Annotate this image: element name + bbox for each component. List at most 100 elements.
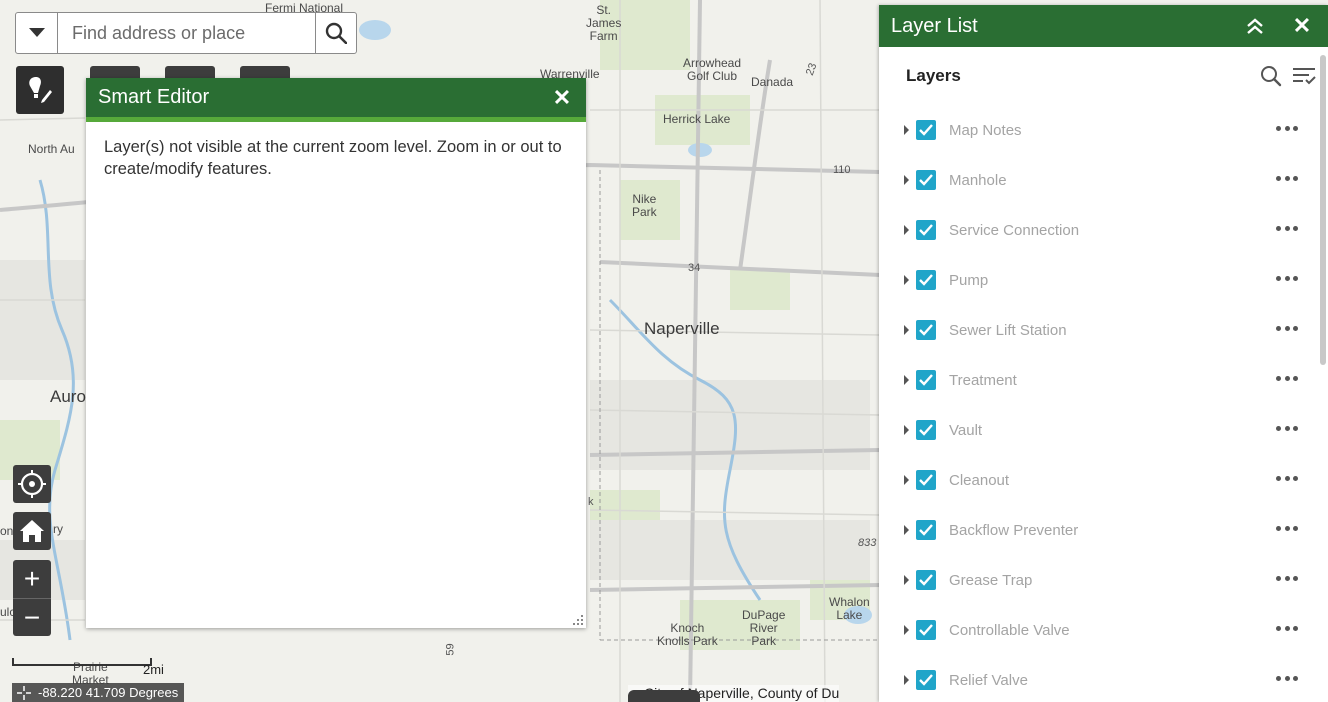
layer-label: Backflow Preventer: [949, 521, 1079, 539]
map-label: on: [0, 524, 14, 538]
checkmark-icon: [919, 224, 933, 236]
layer-row[interactable]: Treatment: [879, 355, 1319, 405]
layer-visibility-checkbox[interactable]: [916, 420, 936, 440]
layer-visibility-checkbox[interactable]: [916, 120, 936, 140]
layer-row[interactable]: Vault: [879, 405, 1319, 455]
scrollbar[interactable]: [1320, 55, 1326, 365]
widget-button-stub[interactable]: [240, 66, 290, 78]
close-icon[interactable]: ✕: [552, 85, 572, 111]
search-button[interactable]: [315, 13, 356, 53]
layer-list-header: Layer List ✕: [879, 5, 1328, 47]
coordinate-text: -88.220 41.709 Degrees: [38, 685, 179, 700]
more-options-icon[interactable]: [1276, 676, 1298, 682]
checkmark-icon: [919, 324, 933, 336]
expand-arrow-icon[interactable]: [904, 175, 909, 185]
checkmark-icon: [919, 574, 933, 586]
smart-editor-header: Smart Editor ✕: [86, 78, 586, 122]
panel-title: Smart Editor: [98, 86, 210, 108]
home-button[interactable]: [13, 512, 51, 550]
layer-visibility-checkbox[interactable]: [916, 170, 936, 190]
locate-icon: [18, 470, 46, 498]
layer-label: Cleanout: [949, 471, 1010, 489]
more-options-icon[interactable]: [1276, 276, 1298, 282]
checkmark-icon: [919, 474, 933, 486]
locate-button[interactable]: [13, 465, 51, 503]
expand-arrow-icon[interactable]: [904, 275, 909, 285]
layer-row[interactable]: Backflow Preventer: [879, 505, 1319, 555]
expand-arrow-icon[interactable]: [904, 375, 909, 385]
layer-row[interactable]: Map Notes: [879, 105, 1319, 155]
layer-visibility-checkbox[interactable]: [916, 270, 936, 290]
zoom-control: + −: [13, 560, 51, 636]
checkmark-icon: [919, 674, 933, 686]
map-label: ry: [53, 522, 63, 536]
more-options-icon[interactable]: [1276, 526, 1298, 532]
more-options-icon[interactable]: [1276, 176, 1298, 182]
more-options-icon[interactable]: [1276, 476, 1298, 482]
expand-arrow-icon[interactable]: [904, 675, 909, 685]
smart-editor-button[interactable]: [16, 66, 64, 114]
expand-arrow-icon[interactable]: [904, 425, 909, 435]
layer-row[interactable]: Controllable Valve: [879, 605, 1319, 655]
layer-row[interactable]: Cleanout: [879, 455, 1319, 505]
panel-title: Layer List: [891, 14, 978, 37]
close-icon[interactable]: ✕: [1292, 13, 1312, 39]
more-options-icon[interactable]: [1276, 626, 1298, 632]
zoom-out-button[interactable]: −: [13, 598, 51, 636]
attribution-toggle[interactable]: [628, 690, 700, 702]
expand-arrow-icon[interactable]: [904, 475, 909, 485]
search-icon[interactable]: [1260, 65, 1282, 87]
smart-editor-icon: [29, 77, 52, 103]
more-options-icon[interactable]: [1276, 576, 1298, 582]
road-shield: 59: [444, 643, 457, 656]
layers-toolbar: Layers: [879, 47, 1328, 105]
layer-row[interactable]: Sewer Lift Station: [879, 305, 1319, 355]
layer-visibility-checkbox[interactable]: [916, 520, 936, 540]
layer-label: Treatment: [949, 371, 1017, 389]
widget-button-stub[interactable]: [165, 66, 215, 78]
expand-arrow-icon[interactable]: [904, 125, 909, 135]
expand-arrow-icon[interactable]: [904, 625, 909, 635]
map-label: Auro: [50, 387, 86, 406]
layer-visibility-checkbox[interactable]: [916, 470, 936, 490]
checkmark-icon: [919, 624, 933, 636]
search-source-dropdown[interactable]: [16, 13, 58, 53]
expand-arrow-icon[interactable]: [904, 525, 909, 535]
layer-row[interactable]: Service Connection: [879, 205, 1319, 255]
checkmark-icon: [919, 274, 933, 286]
map-label: Danada: [751, 75, 794, 89]
layer-visibility-checkbox[interactable]: [916, 320, 936, 340]
layer-visibility-checkbox[interactable]: [916, 670, 936, 690]
expand-arrow-icon[interactable]: [904, 575, 909, 585]
map-label: Whalon Lake: [829, 595, 870, 622]
more-options-icon[interactable]: [1276, 326, 1298, 332]
layer-label: Relief Valve: [949, 671, 1028, 689]
search-input[interactable]: [58, 13, 315, 53]
road-shield: 833: [858, 537, 877, 549]
map-label: DuPage River Park: [742, 608, 786, 648]
map-label: St. James Farm: [586, 3, 622, 43]
layer-visibility-checkbox[interactable]: [916, 220, 936, 240]
layer-row[interactable]: Grease Trap: [879, 555, 1319, 605]
filter-list-icon[interactable]: [1292, 65, 1316, 87]
more-options-icon[interactable]: [1276, 126, 1298, 132]
more-options-icon[interactable]: [1276, 226, 1298, 232]
layer-visibility-checkbox[interactable]: [916, 370, 936, 390]
more-options-icon[interactable]: [1276, 376, 1298, 382]
double-chevron-up-icon[interactable]: [1246, 18, 1264, 34]
resize-grip-icon[interactable]: [573, 615, 583, 625]
zoom-in-button[interactable]: +: [13, 560, 51, 598]
coordinate-readout[interactable]: -88.220 41.709 Degrees: [12, 683, 185, 702]
map-label: Herrick Lake: [663, 112, 731, 126]
more-options-icon[interactable]: [1276, 426, 1298, 432]
widget-button-stub[interactable]: [90, 66, 140, 78]
layer-visibility-checkbox[interactable]: [916, 570, 936, 590]
layer-row[interactable]: Relief Valve: [879, 655, 1319, 702]
expand-arrow-icon[interactable]: [904, 325, 909, 335]
layer-row[interactable]: Manhole: [879, 155, 1319, 205]
crosshair-icon[interactable]: [16, 685, 32, 701]
layer-visibility-checkbox[interactable]: [916, 620, 936, 640]
caret-down-icon: [28, 28, 45, 37]
layer-row[interactable]: Pump: [879, 255, 1319, 305]
expand-arrow-icon[interactable]: [904, 225, 909, 235]
